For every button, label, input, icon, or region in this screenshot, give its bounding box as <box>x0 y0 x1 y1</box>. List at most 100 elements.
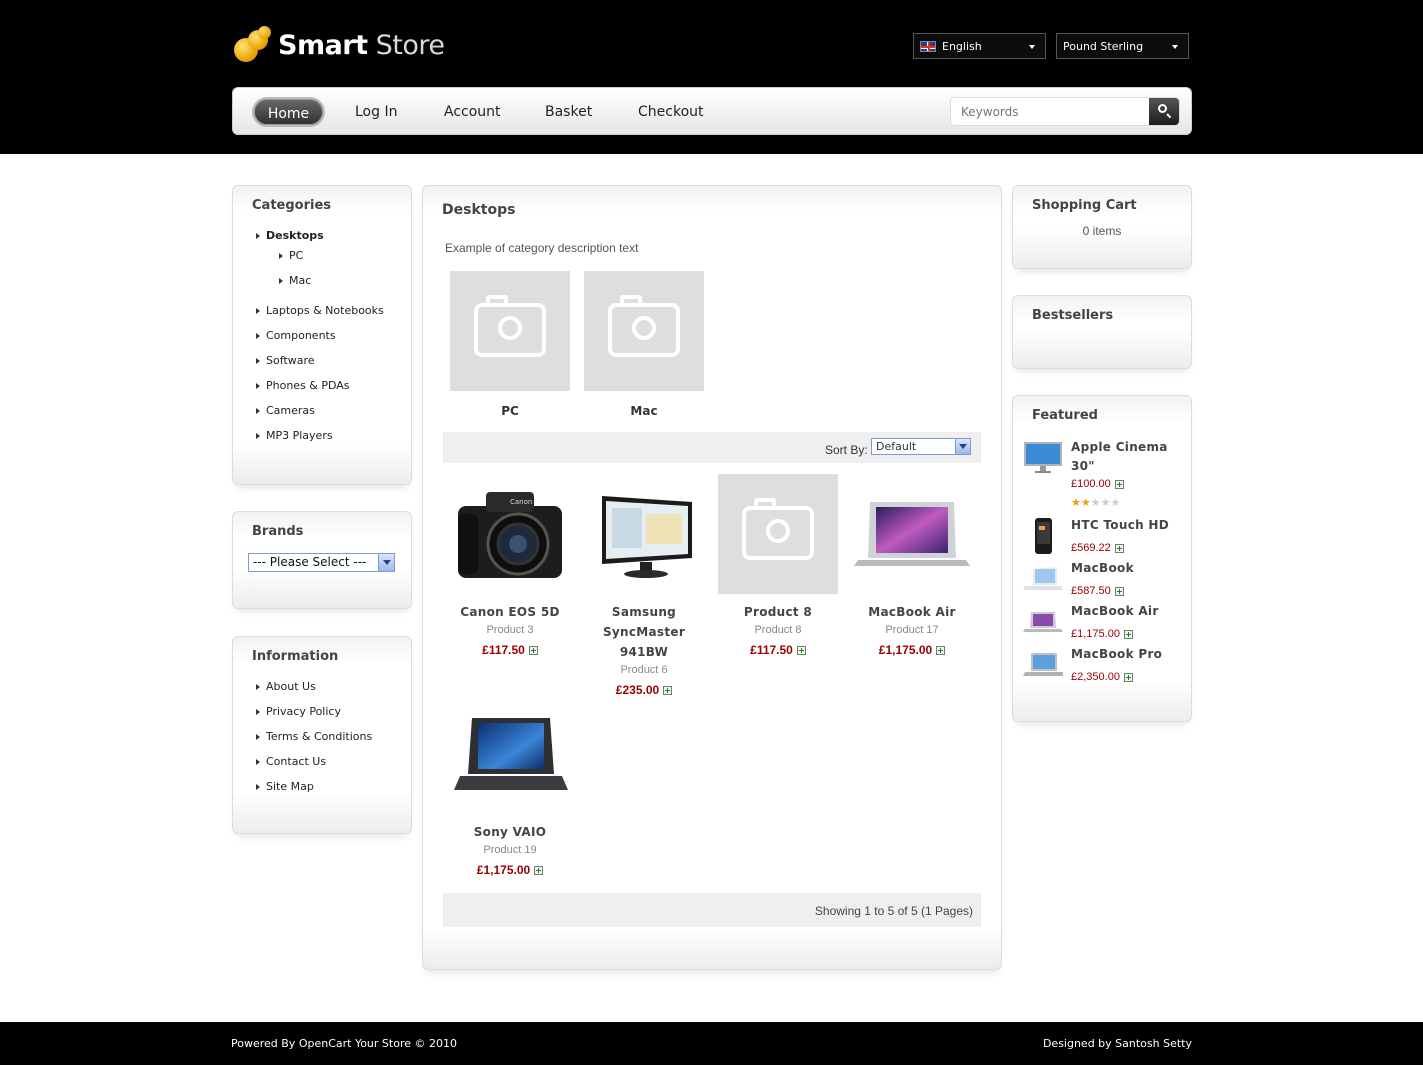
product-image-laptop-silver[interactable] <box>852 474 972 594</box>
sort-label: Sort By: <box>825 443 868 457</box>
add-to-cart-icon[interactable] <box>1123 629 1133 639</box>
chevron-down-icon <box>955 439 970 454</box>
camera-placeholder-icon <box>608 295 680 357</box>
category-desktops[interactable]: Desktops <box>255 229 324 242</box>
cart-status: 0 items <box>1082 224 1122 238</box>
featured-image-laptop-pro[interactable] <box>1023 647 1063 683</box>
category-cameras[interactable]: Cameras <box>255 404 315 417</box>
subcategory-pc-label[interactable]: PC <box>450 404 570 418</box>
search-input[interactable] <box>951 98 1147 125</box>
search-box <box>950 97 1180 126</box>
uk-flag-icon <box>920 40 936 52</box>
info-site-map[interactable]: Site Map <box>255 780 314 793</box>
product-name[interactable]: Product 8 <box>711 602 845 622</box>
add-to-cart-icon[interactable] <box>1123 672 1133 682</box>
nav-checkout[interactable]: Checkout <box>638 97 704 127</box>
sort-select-value: Default <box>876 440 917 453</box>
featured-image-laptop-silver[interactable] <box>1023 604 1063 640</box>
featured-name[interactable]: HTC Touch HD <box>1071 516 1183 535</box>
product-image-laptop-black[interactable] <box>450 694 570 814</box>
add-to-cart-icon[interactable] <box>1114 479 1124 489</box>
product-model: Product 8 <box>754 624 802 636</box>
nav-basket[interactable]: Basket <box>545 97 592 127</box>
category-pc[interactable]: PC <box>278 249 303 262</box>
brands-box: Brands --- Please Select --- <box>232 511 412 609</box>
logo-text-bold: Smart <box>278 29 368 61</box>
add-to-cart-icon[interactable] <box>663 686 673 696</box>
page-title: Desktops <box>442 202 516 218</box>
featured-name[interactable]: MacBook Air <box>1071 602 1183 621</box>
information-title: Information <box>252 649 339 664</box>
language-select[interactable]: English <box>913 33 1046 59</box>
product-name[interactable]: Samsung SyncMaster 941BW <box>577 602 711 662</box>
product-image-monitor[interactable] <box>584 474 704 594</box>
product-price: £235.00 <box>615 683 660 697</box>
sort-bar: Sort By: Default <box>443 432 981 463</box>
category-mac[interactable]: Mac <box>278 274 311 287</box>
chevron-down-icon <box>378 554 394 571</box>
nav-account[interactable]: Account <box>444 97 501 127</box>
featured-image-laptop-white[interactable] <box>1023 561 1063 597</box>
add-to-cart-icon[interactable] <box>1114 586 1124 596</box>
product-card: Samsung SyncMaster 941BW Product 6 £235.… <box>577 474 711 697</box>
add-to-cart-icon[interactable] <box>528 646 538 656</box>
store-logo[interactable]: Smart Store <box>234 26 445 64</box>
featured-image-cinema-display[interactable] <box>1023 440 1063 476</box>
brands-title: Brands <box>252 524 304 539</box>
featured-title: Featured <box>1032 408 1098 423</box>
category-laptops[interactable]: Laptops & Notebooks <box>255 304 384 317</box>
nav-login[interactable]: Log In <box>355 97 397 127</box>
svg-text:Canon: Canon <box>510 498 532 506</box>
currency-select[interactable]: Pound Sterling <box>1056 33 1189 59</box>
subcategory-pc-image[interactable] <box>450 271 570 391</box>
add-to-cart-icon[interactable] <box>1114 543 1124 553</box>
featured-name[interactable]: Apple Cinema 30" <box>1071 438 1183 476</box>
camera-placeholder-icon <box>474 295 546 357</box>
featured-price: £1,175.00 <box>1071 628 1120 640</box>
product-name[interactable]: Sony VAIO <box>443 822 577 842</box>
search-button[interactable] <box>1149 98 1179 125</box>
product-model: Product 6 <box>620 664 668 676</box>
info-terms[interactable]: Terms & Conditions <box>255 730 372 743</box>
info-privacy-policy[interactable]: Privacy Policy <box>255 705 341 718</box>
product-price: £117.50 <box>482 643 525 657</box>
info-about-us[interactable]: About Us <box>255 680 316 693</box>
product-name[interactable]: Canon EOS 5D <box>443 602 577 622</box>
add-to-cart-icon[interactable] <box>534 866 544 876</box>
product-image-camera[interactable]: Canon <box>450 474 570 594</box>
category-mp3[interactable]: MP3 Players <box>255 429 333 442</box>
featured-price: £100.00 <box>1071 478 1111 490</box>
featured-image-phone[interactable] <box>1023 518 1063 554</box>
sort-select[interactable]: Default <box>871 438 971 455</box>
product-image-placeholder[interactable] <box>718 474 838 594</box>
rating-stars-icon: ★★★★★ <box>1071 496 1121 509</box>
product-card: Canon Canon EOS 5D Product 3 £117.50 <box>443 474 577 657</box>
category-components[interactable]: Components <box>255 329 336 342</box>
category-phones[interactable]: Phones & PDAs <box>255 379 350 392</box>
category-software[interactable]: Software <box>255 354 315 367</box>
chevron-down-icon <box>1029 45 1035 49</box>
camera-placeholder-icon <box>742 498 814 560</box>
subcategory-mac-image[interactable] <box>584 271 704 391</box>
main-content: Desktops Example of category description… <box>422 185 1002 970</box>
info-contact-us[interactable]: Contact Us <box>255 755 326 768</box>
brands-select-value: --- Please Select --- <box>253 555 367 569</box>
brands-select[interactable]: --- Please Select --- <box>248 553 395 572</box>
add-to-cart-icon[interactable] <box>936 646 946 656</box>
subcategory-mac-label[interactable]: Mac <box>584 404 704 418</box>
featured-box: Featured Apple Cinema 30" £100.00 ★★★★★ … <box>1012 395 1192 722</box>
shopping-cart-box: Shopping Cart 0 items <box>1012 185 1192 269</box>
product-model: Product 3 <box>486 624 534 636</box>
currency-value: Pound Sterling <box>1063 39 1144 53</box>
nav-home[interactable]: Home <box>252 97 325 127</box>
product-name[interactable]: MacBook Air <box>845 602 979 622</box>
product-price: £117.50 <box>750 643 793 657</box>
bestsellers-box: Bestsellers <box>1012 295 1192 369</box>
featured-name[interactable]: MacBook Pro <box>1071 645 1183 664</box>
search-icon <box>1158 104 1167 113</box>
featured-price: £587.50 <box>1071 585 1111 597</box>
product-price: £1,175.00 <box>476 863 531 877</box>
add-to-cart-icon[interactable] <box>796 646 806 656</box>
pagination-results: Showing 1 to 5 of 5 (1 Pages) <box>814 904 973 918</box>
featured-name[interactable]: MacBook <box>1071 559 1183 578</box>
